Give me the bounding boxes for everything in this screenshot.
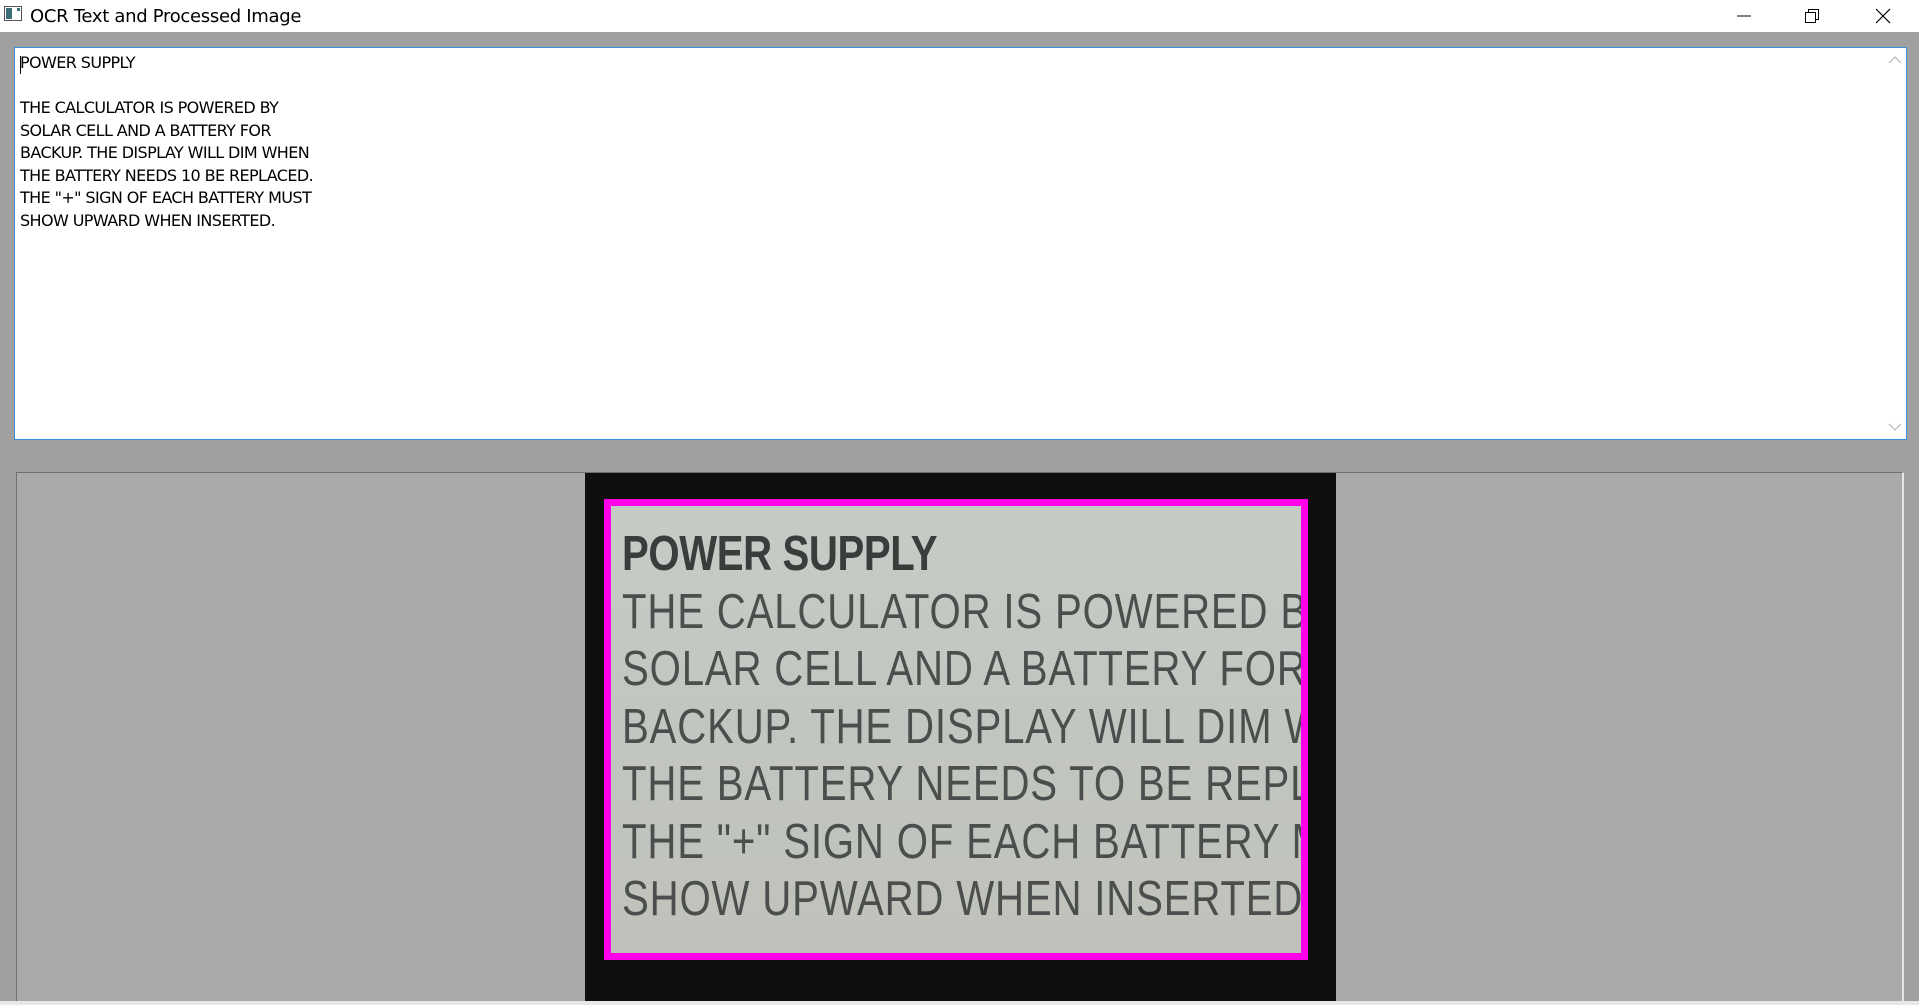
image-body-text: THE CALCULATOR IS POWERED BY SOLAR CELL … [622,584,1308,927]
close-icon [1875,8,1891,24]
restore-button[interactable] [1778,0,1846,32]
ocr-text-content[interactable]: POWER SUPPLY THE CALCULATOR IS POWERED B… [20,52,1880,232]
window-bottom-edge [0,1001,1919,1005]
image-heading-text: POWER SUPPLY [622,527,938,581]
text-caret [20,56,21,74]
processed-image-highlight-box: POWER SUPPLY THE CALCULATOR IS POWERED B… [604,499,1308,960]
minimize-icon [1737,15,1751,17]
app-icon[interactable] [4,6,22,21]
minimize-button[interactable] [1710,0,1778,32]
title-bar: OCR Text and Processed Image [0,0,1919,32]
vertical-scrollbar[interactable] [1884,48,1906,439]
window-title: OCR Text and Processed Image [30,6,302,27]
scroll-up-icon[interactable] [1888,55,1902,65]
processed-image-text: POWER SUPPLY THE CALCULATOR IS POWERED B… [622,526,1308,929]
ocr-text-area[interactable]: POWER SUPPLY THE CALCULATOR IS POWERED B… [14,47,1907,440]
restore-icon [1805,9,1819,23]
close-button[interactable] [1849,0,1917,32]
scroll-down-icon[interactable] [1888,422,1902,432]
